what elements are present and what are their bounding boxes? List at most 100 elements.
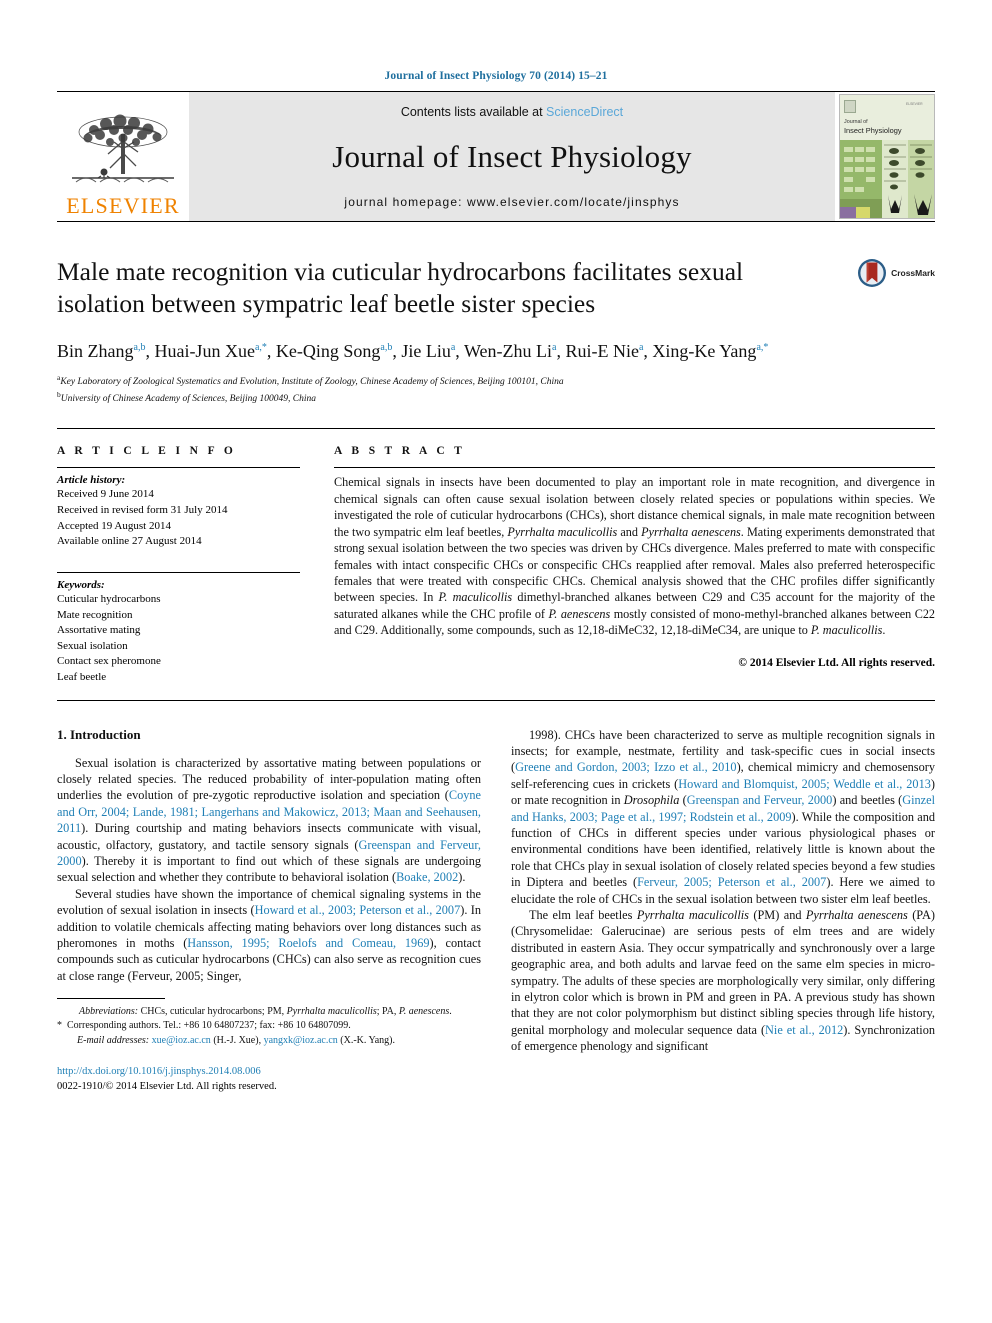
citation-link[interactable]: Greenspan and Ferveur, 2000	[57, 838, 481, 868]
author-affiliation-marker: a,b	[380, 342, 393, 354]
keyword-item: Assortative mating	[57, 624, 141, 637]
intro-right-paragraphs: 1998). CHCs have been characterized to s…	[511, 727, 935, 1055]
sciencedirect-link[interactable]: ScienceDirect	[546, 105, 623, 119]
keywords-label: Keywords:	[57, 578, 105, 591]
footnote-corresponding: * Corresponding authors. Tel.: +86 10 64…	[57, 1019, 481, 1033]
abstract-heading: A B S T R A C T	[334, 445, 466, 458]
affiliation-line: aKey Laboratory of Zoological Systematic…	[57, 372, 564, 387]
title-bottom-rule	[57, 428, 935, 430]
footnote-area: Abbreviations: CHCs, cuticular hydrocarb…	[57, 998, 481, 1094]
article-history-item: Received 9 June 2014	[57, 488, 154, 501]
footnote-abbreviations: Abbreviations: CHCs, cuticular hydrocarb…	[57, 1005, 481, 1019]
author-name: Ke-Qing Song	[275, 341, 381, 362]
citation-link[interactable]: Coyne and Orr, 2004; Lande, 1981; Langer…	[57, 788, 481, 835]
abstract-column: A B S T R A C T Chemical signals in inse…	[334, 445, 935, 685]
keyword-item: Cuticular hydrocarbons	[57, 592, 161, 605]
article-history-item: Available online 27 August 2014	[57, 535, 202, 548]
elsevier-logo: ELSEVIER	[57, 92, 189, 221]
citation-link[interactable]: Greenspan and Ferveur, 2000	[687, 793, 833, 807]
running-head: Journal of Insect Physiology 70 (2014) 1…	[384, 70, 608, 82]
paper-page: Journal of Insect Physiology 70 (2014) 1…	[0, 0, 992, 1323]
author-affiliation-marker: a,*	[756, 342, 769, 354]
body-paragraph: Sexual isolation is characterized by ass…	[57, 755, 481, 885]
article-history-label: Article history:	[57, 474, 126, 487]
abbreviations-label: Abbreviations:	[79, 1006, 139, 1018]
svg-text:Insect Physiology: Insect Physiology	[844, 126, 902, 135]
contents-available-line: Contents lists available at ScienceDirec…	[401, 105, 623, 119]
body-paragraph: 1998). CHCs have been characterized to s…	[511, 727, 936, 906]
keywords-rule	[57, 571, 300, 573]
doi-block: http://dx.doi.org/10.1016/j.jinsphys.201…	[57, 1064, 481, 1094]
citation-link[interactable]: Boake, 2002	[396, 870, 458, 884]
title-block: Male mate recognition via cuticular hydr…	[57, 256, 935, 406]
author-name: Bin Zhang	[57, 341, 134, 362]
keyword-item: Mate recognition	[57, 608, 133, 621]
article-history-list: Received 9 June 2014 Received in revised …	[57, 487, 300, 549]
masthead-bottom-rule	[57, 221, 935, 222]
email-link-xue[interactable]: xue@ioz.ac.cn	[152, 1035, 211, 1046]
doi-link[interactable]: http://dx.doi.org/10.1016/j.jinsphys.201…	[57, 1064, 481, 1079]
affiliation-marker: b	[57, 389, 61, 399]
journal-band: Contents lists available at ScienceDirec…	[189, 92, 835, 221]
email-1-owner: (H.-J. Xue),	[213, 1034, 262, 1046]
body-columns: 1. Introduction Sexual isolation is char…	[57, 727, 935, 1095]
elsevier-wordmark: ELSEVIER	[66, 193, 180, 218]
affiliation-line: bUniversity of Chinese Academy of Scienc…	[57, 389, 316, 404]
body-paragraph: The elm leaf beetles Pyrrhalta maculicol…	[511, 908, 935, 1054]
article-info-rule	[57, 467, 300, 469]
article-info-heading: A R T I C L E I N F O	[57, 445, 237, 458]
author-list: Bin Zhanga,b, Huai-Jun Xuea,*, Ke-Qing S…	[57, 341, 769, 362]
page-title: Male mate recognition via cuticular hydr…	[57, 257, 744, 319]
journal-homepage[interactable]: journal homepage: www.elsevier.com/locat…	[344, 195, 679, 209]
author-name: Xing-Ke Yang	[652, 341, 757, 362]
citation-link[interactable]: Ferveur, 2005; Peterson et al., 2007	[637, 875, 826, 889]
keyword-item: Sexual isolation	[57, 639, 128, 652]
crossmark-badge[interactable]: CrossMark	[857, 258, 935, 288]
journal-cover-thumbnail: Journal of Insect Physiology ELSEVIER	[839, 94, 935, 219]
author-affiliation-marker: a	[638, 342, 644, 354]
citation-link[interactable]: Nie et al., 2012	[765, 1023, 843, 1037]
keywords-list: Cuticular hydrocarbons Mate recognition As…	[57, 592, 300, 686]
body-column-left: 1. Introduction Sexual isolation is char…	[57, 727, 481, 1095]
author-name: Rui-E Nie	[565, 341, 639, 362]
abstract-bottom-rule	[57, 699, 935, 701]
corresponding-text: Corresponding authors. Tel.: +86 10 6480…	[67, 1020, 351, 1032]
crossmark-icon	[858, 259, 887, 287]
abstract-rule	[334, 467, 935, 469]
body-paragraph: Several studies have shown the importanc…	[57, 886, 481, 983]
author-affiliation-marker: a,b	[133, 342, 146, 354]
abstract-text: Chemical signals in insects have been do…	[334, 475, 936, 638]
citation-link[interactable]: Greene and Gordon, 2003; Izzo et al., 20…	[515, 760, 736, 774]
citation-link[interactable]: Howard and Blomquist, 2005; Weddle et al…	[678, 777, 931, 791]
journal-cover-block: Journal of Insect Physiology ELSEVIER	[835, 92, 935, 221]
info-abstract-region: A R T I C L E I N F O Article history: R…	[57, 445, 935, 685]
email-link-yang[interactable]: yangxk@ioz.ac.cn	[264, 1035, 338, 1046]
citation-link[interactable]: Hansson, 1995; Roelofs and Comeau, 1969	[187, 936, 429, 950]
author-affiliation-marker: a	[450, 342, 456, 354]
author-affiliation-marker: a	[552, 342, 557, 354]
author-name: Huai-Jun Xue	[154, 341, 255, 362]
footnote-emails: E-mail addresses: xue@ioz.ac.cn (H.-J. X…	[57, 1034, 481, 1048]
intro-left-paragraphs: Sexual isolation is characterized by ass…	[57, 755, 481, 985]
keyword-item: Contact sex pheromone	[57, 655, 161, 668]
author-name: Wen-Zhu Li	[463, 341, 553, 362]
email-2-owner: (X.-K. Yang).	[340, 1034, 395, 1046]
elsevier-tree-icon	[72, 114, 174, 183]
author-affiliation-marker: a,*	[254, 342, 267, 354]
citation-link[interactable]: Howard et al., 2003; Peterson et al., 20…	[255, 903, 461, 917]
issn-copyright-line: 0022-1910/© 2014 Elsevier Ltd. All right…	[57, 1081, 277, 1093]
abbreviations-text: CHCs, cuticular hydrocarbons; PM, Pyrrha…	[140, 1006, 452, 1018]
section-heading-introduction: 1. Introduction	[57, 726, 141, 742]
asterisk-marker: *	[57, 1020, 67, 1032]
journal-masthead: ELSEVIER Contents lists available at Sci…	[57, 92, 935, 221]
copyright-line: © 2014 Elsevier Ltd. All rights reserved…	[738, 656, 935, 669]
author-name: Jie Liu	[401, 341, 451, 362]
body-column-right: 1998). CHCs have been characterized to s…	[511, 727, 935, 1095]
article-history-item: Received in revised form 31 July 2014	[57, 504, 228, 517]
svg-text:Journal of: Journal of	[844, 119, 868, 125]
svg-text:ELSEVIER: ELSEVIER	[906, 102, 923, 106]
article-info-column: A R T I C L E I N F O Article history: R…	[57, 445, 300, 685]
keyword-item: Leaf beetle	[57, 670, 107, 683]
contents-prefix: Contents lists available at	[400, 105, 547, 119]
